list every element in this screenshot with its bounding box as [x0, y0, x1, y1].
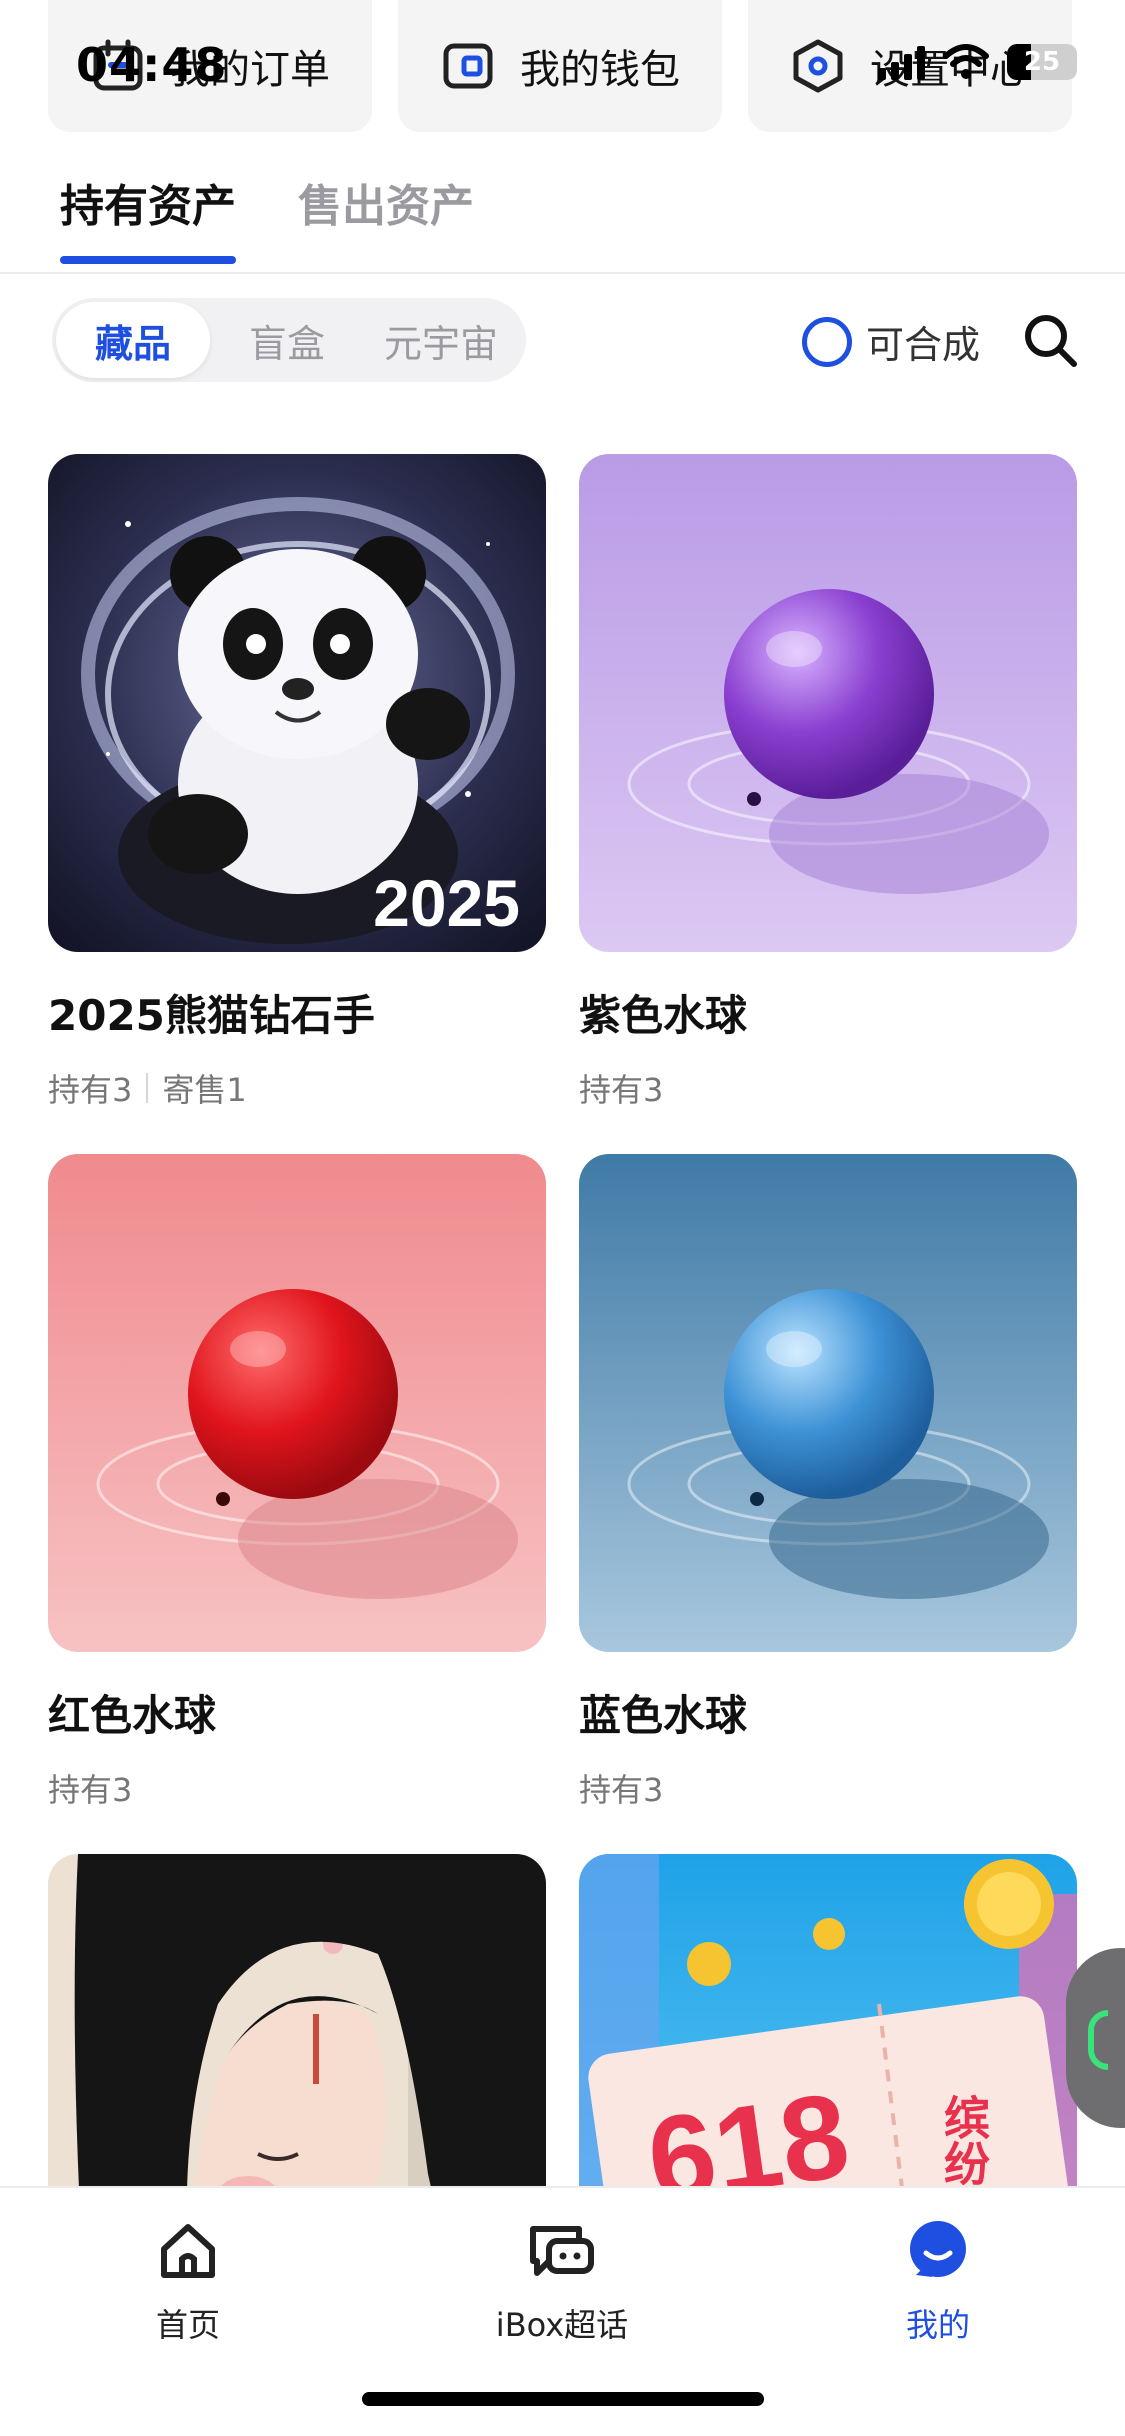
purple-balloon-image — [579, 454, 1077, 952]
asset-tabs: 持有资产 售出资产 — [60, 170, 474, 264]
held-count: 持有3 — [48, 1771, 133, 1809]
red-balloon-image — [48, 1154, 546, 1652]
chat-bubble-icon — [527, 2216, 597, 2286]
wallet-label: 我的钱包 — [520, 47, 680, 93]
home-icon — [153, 2216, 223, 2286]
tab-sold-assets[interactable]: 售出资产 — [298, 170, 474, 264]
collectible-meta: 持有3 — [579, 1065, 1077, 1111]
collectible-card[interactable]: 紫色水球 持有3 — [579, 454, 1077, 1154]
panda-image-year: 2025 — [373, 866, 520, 940]
blue-balloon-image — [579, 1154, 1077, 1652]
meta-separator — [146, 1073, 149, 1103]
mergeable-label: 可合成 — [866, 323, 981, 367]
settings-hexagon-icon — [788, 36, 848, 96]
tab-held-assets[interactable]: 持有资产 — [60, 170, 236, 264]
consign-count: 寄售1 — [162, 1071, 247, 1109]
held-count: 持有3 — [48, 1071, 133, 1109]
mergeable-radio[interactable] — [802, 316, 852, 367]
nav-ibox-label: iBox超话 — [495, 2306, 629, 2344]
calendar-icon — [88, 36, 148, 96]
filter-collectibles[interactable]: 藏品 — [56, 302, 210, 378]
orders-label: 我的订单 — [170, 47, 330, 93]
profile-page: 04:48 25 我的订单 我的钱包 设置中心 持有资产 售出资产 藏品 盲盒 … — [0, 0, 1125, 2436]
collectible-card[interactable]: 红色水球 持有3 — [48, 1154, 546, 1854]
active-tab-indicator — [60, 256, 236, 264]
collectible-meta: 持有3 — [579, 1765, 1077, 1811]
search-icon[interactable] — [1022, 312, 1078, 368]
collectible-name: 蓝色水球 — [579, 1691, 748, 1740]
collectible-name: 紫色水球 — [579, 991, 748, 1040]
wallet-shortcut[interactable]: 我的钱包 — [398, 0, 722, 132]
profile-icon — [903, 2216, 973, 2286]
collectible-card[interactable]: 2025 2025熊猫钻石手 持有3 寄售1 — [48, 454, 546, 1154]
nav-ibox[interactable]: iBox超话 — [442, 2216, 682, 2346]
tab-held-assets-label: 持有资产 — [60, 181, 236, 232]
panda-image: 2025 — [48, 454, 546, 952]
collectibles-grid: 2025 2025熊猫钻石手 持有3 寄售1 紫色水球 持有3 红色水球 持有3… — [48, 454, 1077, 2436]
floating-phone-icon — [1088, 2010, 1108, 2070]
held-count: 持有3 — [579, 1071, 664, 1109]
nav-home[interactable]: 首页 — [68, 2216, 308, 2346]
category-filter: 藏品 盲盒 元宇宙 — [52, 298, 526, 382]
wallet-icon — [438, 36, 498, 96]
collectible-meta: 持有3 寄售1 — [48, 1065, 546, 1111]
nav-mine-label: 我的 — [905, 2306, 970, 2344]
floating-assistant-button[interactable] — [1066, 1948, 1125, 2128]
settings-shortcut[interactable]: 设置中心 — [748, 0, 1072, 132]
collectible-meta: 持有3 — [48, 1765, 546, 1811]
collectible-card[interactable]: 蓝色水球 持有3 — [579, 1154, 1077, 1854]
settings-label: 设置中心 — [870, 47, 1030, 93]
orders-shortcut[interactable]: 我的订单 — [48, 0, 372, 132]
collectible-name: 2025熊猫钻石手 — [48, 991, 375, 1040]
tabs-divider — [0, 272, 1125, 274]
collectible-name: 红色水球 — [48, 1691, 217, 1740]
held-count: 持有3 — [579, 1771, 664, 1809]
mergeable-toggle[interactable]: 可合成 — [802, 314, 980, 369]
nav-mine[interactable]: 我的 — [818, 2216, 1058, 2346]
nav-home-label: 首页 — [155, 2306, 220, 2344]
shortcut-bar: 我的订单 我的钱包 设置中心 — [48, 0, 1077, 132]
filter-blind-box[interactable]: 盲盒 — [210, 302, 364, 378]
tab-sold-assets-label: 售出资产 — [298, 181, 474, 232]
home-indicator — [362, 2392, 764, 2406]
filter-metaverse[interactable]: 元宇宙 — [364, 302, 518, 378]
